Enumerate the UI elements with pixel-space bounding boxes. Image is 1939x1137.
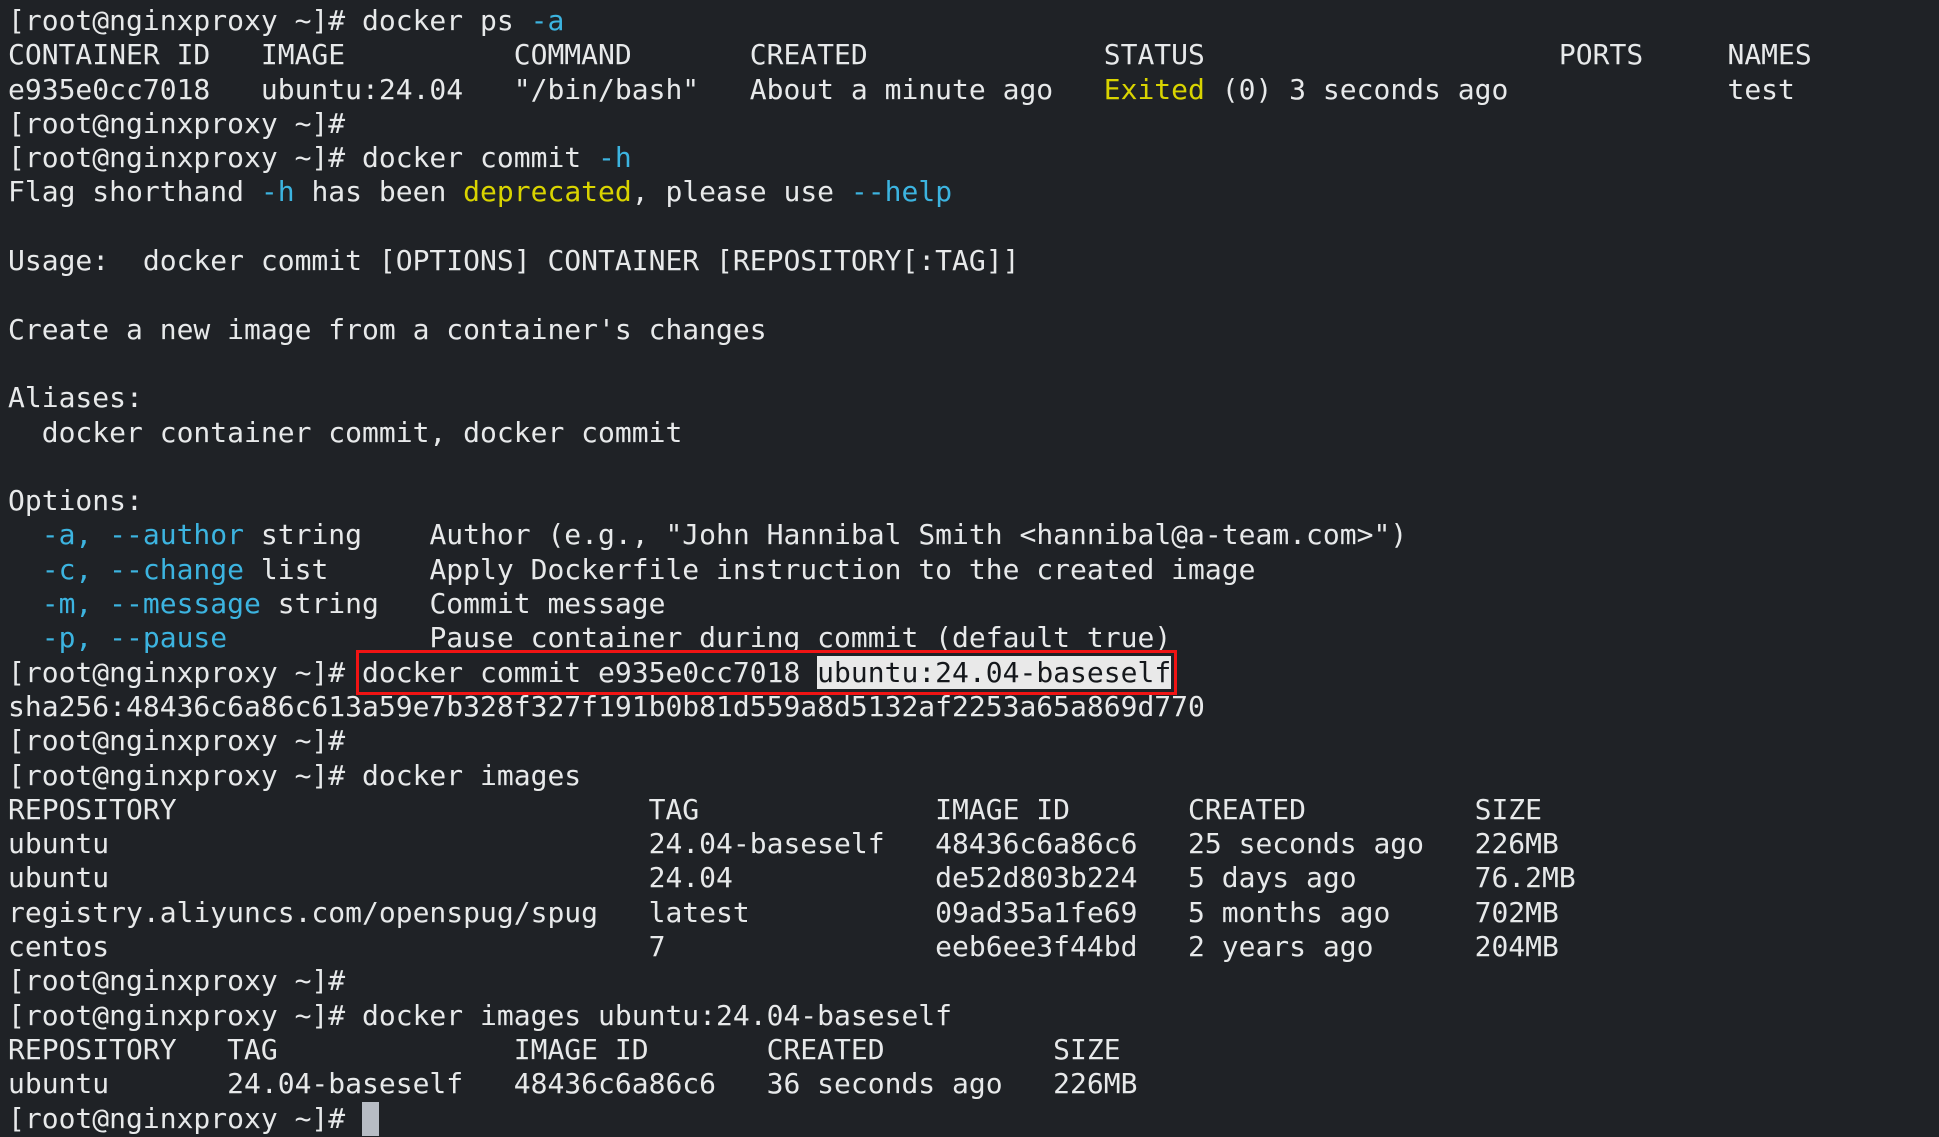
cmd-docker-images-filtered: [root@nginxproxy ~]# docker images ubunt…: [8, 999, 1939, 1033]
text-segment: has been: [295, 175, 464, 208]
prompt-idle-1: [root@nginxproxy ~]#: [8, 107, 1939, 141]
blank-4: [8, 450, 1939, 484]
text-segment: string Commit message: [261, 587, 666, 620]
text-segment: [root@nginxproxy ~]#: [8, 656, 362, 689]
text-segment: registry.aliyuncs.com/openspug/spug late…: [8, 896, 1559, 929]
options-header: Options:: [8, 484, 1939, 518]
text-segment: [root@nginxproxy ~]#: [8, 724, 345, 757]
text-segment: --help: [851, 175, 952, 208]
aliases-line: docker container commit, docker commit: [8, 416, 1939, 450]
text-segment: e935e0cc7018 ubuntu:24.04 "/bin/bash" Ab…: [8, 73, 1104, 106]
images-row-centos: centos 7 eeb6ee3f44bd 2 years ago 204MB: [8, 930, 1939, 964]
text-segment: [root@nginxproxy ~]# docker images ubunt…: [8, 999, 952, 1032]
text-segment: REPOSITORY TAG IMAGE ID CREATED SIZE: [8, 1033, 1121, 1066]
text-segment: -a: [531, 4, 565, 37]
text-segment: Exited: [1104, 73, 1205, 106]
text-segment: ubuntu 24.04 de52d803b224 5 days ago 76.…: [8, 861, 1576, 894]
text-segment: Flag shorthand: [8, 175, 261, 208]
text-segment: ubuntu 24.04-baseself 48436c6a86c6 25 se…: [8, 827, 1559, 860]
text-segment: REPOSITORY TAG IMAGE ID CREATED SIZE: [8, 793, 1542, 826]
option-message: -m, --message string Commit message: [8, 587, 1939, 621]
images-row-ubuntu-2404: ubuntu 24.04 de52d803b224 5 days ago 76.…: [8, 861, 1939, 895]
text-segment: [root@nginxproxy ~]#: [8, 1102, 362, 1135]
text-segment: sha256:48436c6a86c613a59e7b328f327f191b0…: [8, 690, 1205, 723]
option-author: -a, --author string Author (e.g., "John …: [8, 518, 1939, 552]
text-segment: [8, 518, 42, 551]
sha256-output: sha256:48436c6a86c613a59e7b328f327f191b0…: [8, 690, 1939, 724]
text-segment: -m, --message: [42, 587, 261, 620]
text-segment: deprecated: [463, 175, 632, 208]
aliases-header: Aliases:: [8, 381, 1939, 415]
images2-header-row: REPOSITORY TAG IMAGE ID CREATED SIZE: [8, 1033, 1939, 1067]
text-segment: [root@nginxproxy ~]# docker ps: [8, 4, 531, 37]
cmd-docker-ps: [root@nginxproxy ~]# docker ps -a: [8, 4, 1939, 38]
prompt-idle-3: [root@nginxproxy ~]#: [8, 964, 1939, 998]
cmd-docker-images: [root@nginxproxy ~]# docker images: [8, 759, 1939, 793]
text-segment: string Author (e.g., "John Hannibal Smit…: [244, 518, 1407, 551]
option-change: -c, --change list Apply Dockerfile instr…: [8, 553, 1939, 587]
text-segment: [root@nginxproxy ~]# docker images: [8, 759, 581, 792]
usage-line: Usage: docker commit [OPTIONS] CONTAINER…: [8, 244, 1939, 278]
text-segment: -h: [598, 141, 632, 174]
blank-2: [8, 278, 1939, 312]
text-segment: Options:: [8, 484, 143, 517]
text-segment: (0) 3 seconds ago test: [1205, 73, 1795, 106]
ps-header-row: CONTAINER ID IMAGE COMMAND CREATED STATU…: [8, 38, 1939, 72]
msg-flag-deprecated: Flag shorthand -h has been deprecated, p…: [8, 175, 1939, 209]
images-row-ubuntu-baseself: ubuntu 24.04-baseself 48436c6a86c6 25 se…: [8, 827, 1939, 861]
text-segment: CONTAINER ID IMAGE COMMAND CREATED STATU…: [8, 38, 1812, 71]
images2-row-ubuntu-baseself: ubuntu 24.04-baseself 48436c6a86c6 36 se…: [8, 1067, 1939, 1101]
blank-3: [8, 347, 1939, 381]
text-segment: ubuntu 24.04-baseself 48436c6a86c6 36 se…: [8, 1067, 1137, 1100]
text-segment: [root@nginxproxy ~]# docker commit: [8, 141, 598, 174]
text-segment: Usage: docker commit [OPTIONS] CONTAINER…: [8, 244, 1019, 277]
terminal-screen: [root@nginxproxy ~]# docker ps -aCONTAIN…: [8, 4, 1939, 1136]
prompt-active: [root@nginxproxy ~]#: [8, 1102, 1939, 1136]
text-segment: -p, --pause: [42, 621, 227, 654]
text-segment: [8, 587, 42, 620]
text-segment: centos 7 eeb6ee3f44bd 2 years ago 204MB: [8, 930, 1559, 963]
text-segment: docker commit e935e0cc7018: [362, 656, 817, 689]
ps-row-test: e935e0cc7018 ubuntu:24.04 "/bin/bash" Ab…: [8, 73, 1939, 107]
prompt-idle-2: [root@nginxproxy ~]#: [8, 724, 1939, 758]
text-segment: -h: [261, 175, 295, 208]
cmd-docker-commit-h: [root@nginxproxy ~]# docker commit -h: [8, 141, 1939, 175]
text-segment: Aliases:: [8, 381, 143, 414]
images-header-row: REPOSITORY TAG IMAGE ID CREATED SIZE: [8, 793, 1939, 827]
text-segment: docker container commit, docker commit: [8, 416, 682, 449]
text-segment: [root@nginxproxy ~]#: [8, 107, 345, 140]
text-segment: , please use: [632, 175, 851, 208]
terminal-cursor: [362, 1102, 379, 1136]
text-segment: [8, 553, 42, 586]
terminal-window[interactable]: [root@nginxproxy ~]# docker ps -aCONTAIN…: [0, 0, 1939, 1137]
text-segment: Pause container during commit (default t…: [227, 621, 1171, 654]
text-segment: list Apply Dockerfile instruction to the…: [244, 553, 1255, 586]
selected-text: ubuntu:24.04-baseself: [817, 656, 1171, 689]
text-segment: Create a new image from a container's ch…: [8, 313, 767, 346]
highlight-red-box: docker commit e935e0cc7018 ubuntu:24.04-…: [362, 656, 1171, 689]
cmd-docker-commit-full: [root@nginxproxy ~]# docker commit e935e…: [8, 656, 1939, 690]
text-segment: -a, --author: [42, 518, 244, 551]
text-segment: [8, 621, 42, 654]
blank-1: [8, 210, 1939, 244]
images-row-spug: registry.aliyuncs.com/openspug/spug late…: [8, 896, 1939, 930]
commit-description: Create a new image from a container's ch…: [8, 313, 1939, 347]
text-segment: [root@nginxproxy ~]#: [8, 964, 345, 997]
text-segment: -c, --change: [42, 553, 244, 586]
option-pause: -p, --pause Pause container during commi…: [8, 621, 1939, 655]
